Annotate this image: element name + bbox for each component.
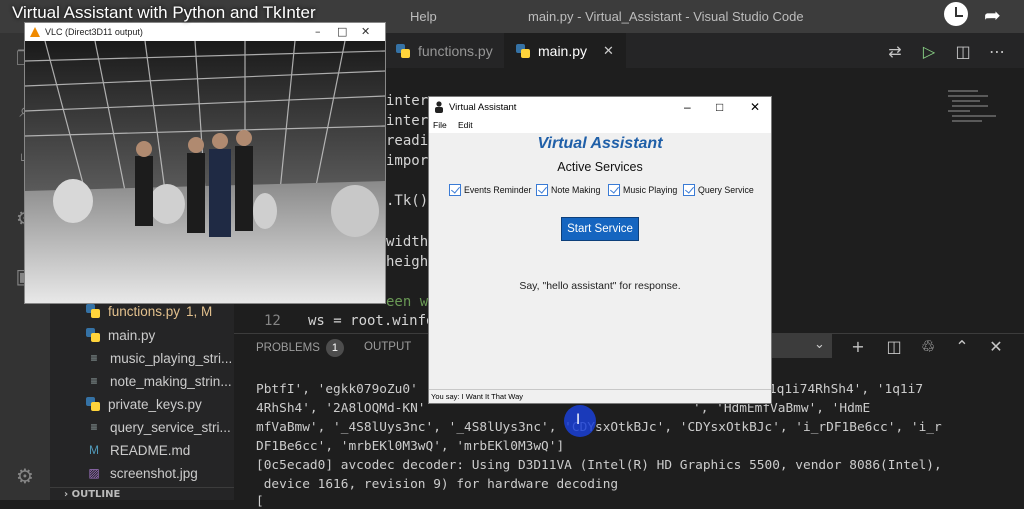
- code-fragment: width: [386, 234, 429, 250]
- code-fragment: inter: [386, 93, 429, 109]
- vlc-window: VLC (Direct3D11 output) – □ ✕: [24, 22, 386, 304]
- output-channel-select[interactable]: ⌄: [762, 334, 832, 358]
- code-fragment: heigh: [386, 254, 429, 270]
- split-editor-icon[interactable]: ◫: [952, 40, 974, 62]
- file-status-badge: 1, M: [186, 303, 213, 319]
- code-line: ws = root.winfo: [308, 313, 435, 329]
- code-fragment: readi: [386, 133, 429, 149]
- tab-problems[interactable]: PROBLEMS 1: [256, 339, 344, 357]
- more-actions-icon[interactable]: ⋯: [986, 40, 1008, 62]
- person-icon: [435, 101, 443, 113]
- vlc-close-button[interactable]: ✕: [361, 25, 370, 38]
- va-heading: Virtual Assistant: [537, 135, 663, 152]
- video-scene-image: [25, 41, 385, 303]
- vlc-titlebar[interactable]: VLC (Direct3D11 output): [25, 23, 385, 41]
- explorer-file-readme[interactable]: M README.md: [86, 439, 190, 461]
- compare-changes-icon[interactable]: ⇄: [884, 40, 906, 62]
- virtual-assistant-window: Virtual Assistant – □ ✕ File Edit Virtua…: [428, 96, 772, 404]
- split-panel-icon[interactable]: ◫: [884, 336, 904, 356]
- explorer-file-screenshot[interactable]: ▨ screenshot.jpg: [86, 462, 197, 484]
- menu-file[interactable]: File: [433, 120, 447, 130]
- explorer-file-private-keys[interactable]: private_keys.py: [86, 393, 202, 415]
- file-icon: ≡: [90, 351, 98, 365]
- terminal-prompt: [: [256, 494, 264, 509]
- python-icon: [86, 397, 100, 411]
- video-title[interactable]: Virtual Assistant with Python and TkInte…: [12, 3, 316, 23]
- python-icon: [516, 43, 530, 58]
- terminal-line: DF1Be6cc', 'mrbEKl0M3wQ', 'mrbEKl0M3wQ']: [256, 439, 565, 454]
- code-fragment: inter: [386, 113, 429, 129]
- vlc-video-frame[interactable]: [25, 41, 385, 303]
- explorer-file-query-service[interactable]: ≡ query_service_stri...: [86, 416, 230, 438]
- file-icon: ≡: [90, 374, 98, 388]
- share-icon[interactable]: ➦: [984, 3, 1001, 27]
- menu-edit[interactable]: Edit: [458, 120, 473, 130]
- checkbox-checked-icon: [683, 184, 695, 196]
- terminal-line: mfVaBmw', '_4S8lUys3nc', '_4S8lUys3nc', …: [256, 420, 942, 435]
- vlc-minimize-button[interactable]: –: [315, 25, 321, 38]
- va-close-button[interactable]: ✕: [750, 100, 760, 114]
- run-icon[interactable]: ▷: [918, 40, 940, 62]
- code-fragment: .Tk(): [386, 193, 429, 209]
- checkbox-music-playing[interactable]: Music Playing: [608, 183, 677, 197]
- trash-icon[interactable]: ♲: [918, 336, 938, 356]
- chevron-down-icon: ⌄: [814, 337, 825, 352]
- vlc-cone-icon: [30, 27, 40, 37]
- chevron-right-icon: ›: [64, 489, 72, 500]
- window-title: main.py - Virtual_Assistant - Visual Stu…: [528, 9, 804, 24]
- terminal-line: PbtfI', 'egkk079oZu0': [256, 382, 418, 397]
- checkbox-checked-icon: [608, 184, 620, 196]
- outline-section-header[interactable]: › OUTLINE: [50, 487, 234, 500]
- checkbox-checked-icon: [449, 184, 461, 196]
- tab-main[interactable]: main.py ✕: [504, 33, 626, 68]
- text-cursor-icon: I: [576, 412, 581, 428]
- chevron-up-icon[interactable]: ⌃: [952, 336, 972, 356]
- close-panel-icon[interactable]: ✕: [986, 336, 1006, 356]
- terminal-line: device 1616, revision 9) for hardware de…: [256, 477, 619, 492]
- markdown-icon: M: [89, 443, 99, 457]
- tab-functions[interactable]: functions.py: [384, 33, 505, 68]
- va-menubar: File Edit: [429, 117, 771, 133]
- settings-gear-icon[interactable]: ⚙: [8, 461, 42, 491]
- va-hint-text: Say, "hello assistant" for response.: [519, 280, 681, 292]
- va-maximize-button[interactable]: □: [716, 100, 723, 114]
- python-icon: [396, 43, 410, 58]
- file-icon: ≡: [90, 420, 98, 434]
- checkbox-query-service[interactable]: Query Service: [683, 183, 754, 197]
- problems-count-badge: 1: [325, 339, 344, 357]
- active-services-label: Active Services: [557, 160, 643, 174]
- explorer-file-main[interactable]: main.py: [86, 324, 155, 346]
- image-icon: ▨: [88, 466, 100, 480]
- checkbox-events-reminder[interactable]: Events Reminder: [449, 183, 531, 197]
- line-number: 12: [264, 313, 281, 329]
- checkbox-note-making[interactable]: Note Making: [536, 183, 600, 197]
- code-fragment: een w: [386, 294, 429, 310]
- close-icon[interactable]: ✕: [603, 43, 614, 59]
- terminal-line: [0c5ecad0] avcodec decoder: Using D3D11V…: [256, 458, 942, 473]
- minimap[interactable]: [948, 90, 1008, 130]
- python-icon: [86, 304, 100, 318]
- menu-help[interactable]: Help: [410, 9, 437, 24]
- add-icon[interactable]: +: [848, 336, 868, 356]
- explorer-file-music-playing[interactable]: ≡ music_playing_stri...: [86, 347, 232, 369]
- vlc-maximize-button[interactable]: □: [337, 25, 347, 38]
- explorer-file-note-making[interactable]: ≡ note_making_strin...: [86, 370, 231, 392]
- start-service-button[interactable]: Start Service: [561, 217, 639, 241]
- watch-later-icon[interactable]: [944, 2, 968, 26]
- checkbox-checked-icon: [536, 184, 548, 196]
- tab-output[interactable]: OUTPUT: [364, 341, 411, 353]
- va-status-bar: You say: I Want It That Way: [429, 389, 771, 403]
- va-minimize-button[interactable]: –: [684, 100, 691, 114]
- python-icon: [86, 328, 100, 342]
- terminal-line: 4RhSh4', '2A8lOQMd-KN': [256, 401, 426, 416]
